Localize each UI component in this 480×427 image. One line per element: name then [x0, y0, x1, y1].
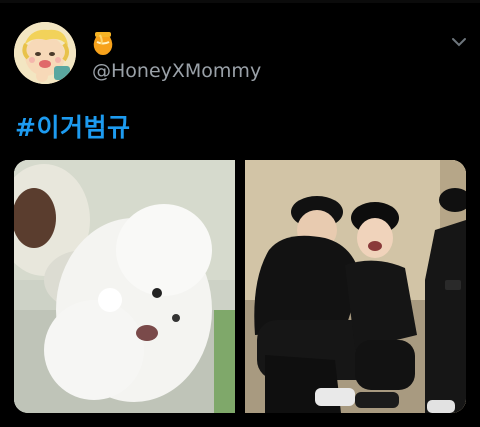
hashtag-link[interactable]: #이거범규 — [15, 108, 130, 144]
photo-dog[interactable] — [14, 160, 235, 413]
honey-pot-icon — [92, 30, 114, 56]
tweet: @HoneyXMommy #이거범규 — [0, 0, 480, 427]
people-image — [245, 160, 466, 413]
photo-people[interactable] — [245, 160, 466, 413]
media-gap — [235, 160, 245, 413]
divider — [0, 0, 480, 3]
dog-image — [14, 160, 235, 413]
chevron-down-icon[interactable] — [450, 34, 468, 48]
avatar-illustration — [14, 22, 76, 84]
author-handle[interactable]: @HoneyXMommy — [92, 60, 261, 82]
avatar[interactable] — [14, 22, 76, 84]
media-grid — [14, 160, 466, 413]
